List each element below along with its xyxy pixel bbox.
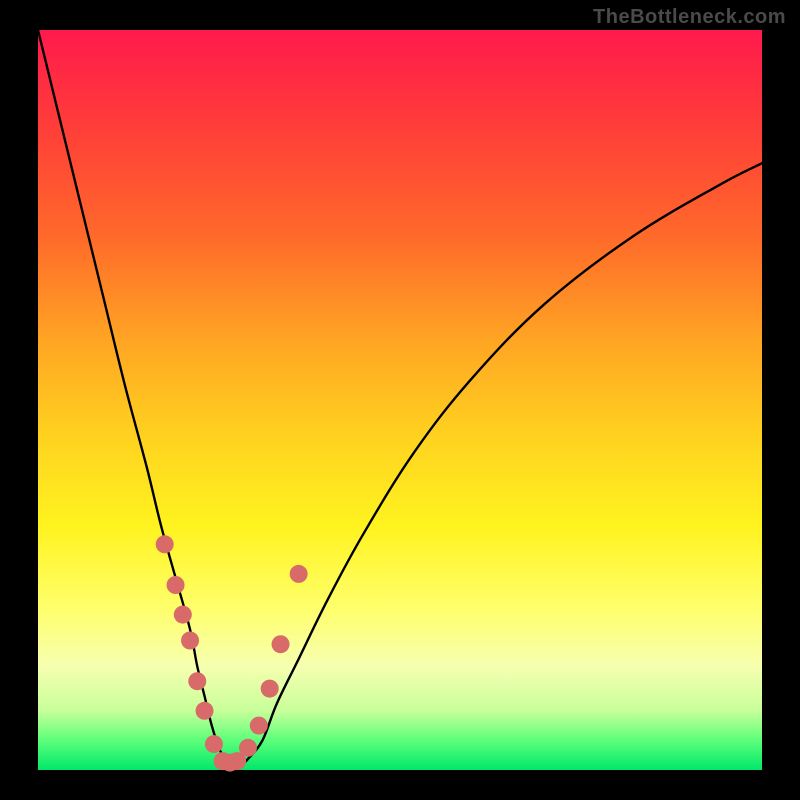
watermark-text: TheBottleneck.com xyxy=(593,6,786,29)
sample-marker xyxy=(205,735,223,753)
bottleneck-curve-path xyxy=(38,30,762,766)
chart-overlay xyxy=(0,0,800,800)
markers-layer xyxy=(156,535,308,771)
sample-marker xyxy=(181,632,199,650)
sample-marker xyxy=(272,635,290,653)
sample-marker xyxy=(250,717,268,735)
sample-marker xyxy=(188,672,206,690)
sample-marker xyxy=(196,702,214,720)
sample-marker xyxy=(290,565,308,583)
sample-marker xyxy=(261,680,279,698)
sample-marker xyxy=(174,606,192,624)
sample-marker xyxy=(156,535,174,553)
sample-marker xyxy=(167,576,185,594)
chart-stage: TheBottleneck.com xyxy=(0,0,800,800)
curve-layer xyxy=(38,30,762,766)
sample-marker xyxy=(239,739,257,757)
